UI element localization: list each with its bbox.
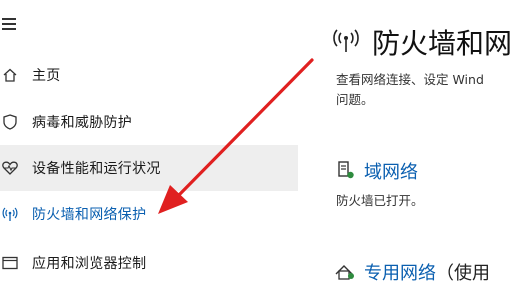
- wifi-antenna-icon: [2, 206, 18, 222]
- sidebar-item-firewall[interactable]: 防火墙和网络保护: [0, 191, 298, 237]
- hamburger-menu-icon[interactable]: [2, 18, 16, 30]
- sidebar-item-label: 防火墙和网络保护: [32, 207, 147, 223]
- sidebar-item-label: 应用和浏览器控制: [32, 256, 147, 272]
- domain-network-status: 防火墙已打开。: [336, 193, 424, 208]
- sidebar: 主页 病毒和威胁防护 设备性能和运行状况 防火墙和网络保护 应用和浏览器控制: [0, 0, 298, 292]
- sidebar-item-app-browser[interactable]: 应用和浏览器控制: [0, 240, 298, 286]
- private-network-icon: [334, 260, 354, 280]
- page-description: 查看网络连接、设定 Wind 问题。: [336, 70, 526, 110]
- home-icon: [2, 67, 18, 83]
- sidebar-item-label: 设备性能和运行状况: [32, 161, 161, 177]
- sidebar-item-virus-protection[interactable]: 病毒和威胁防护: [0, 99, 298, 145]
- app-window-icon: [2, 255, 18, 271]
- description-line: 问题。: [336, 92, 374, 107]
- sidebar-item-device-health[interactable]: 设备性能和运行状况: [0, 145, 298, 191]
- description-line: 查看网络连接、设定 Wind: [336, 72, 484, 87]
- private-network-extra: （使用: [436, 263, 490, 284]
- domain-network-link[interactable]: 域网络: [364, 158, 418, 184]
- page-title: 防火墙和网: [372, 27, 513, 60]
- sidebar-item-label: 病毒和威胁防护: [32, 115, 133, 131]
- sidebar-item-label: 主页: [32, 68, 61, 84]
- wifi-antenna-icon: [332, 28, 360, 54]
- private-network-link[interactable]: 专用网络: [364, 263, 436, 284]
- shield-icon: [2, 114, 18, 130]
- domain-network-icon: [336, 160, 356, 180]
- heart-icon: [2, 160, 18, 176]
- sidebar-item-home[interactable]: 主页: [0, 52, 298, 98]
- private-network-title: 专用网络（使用: [364, 259, 490, 285]
